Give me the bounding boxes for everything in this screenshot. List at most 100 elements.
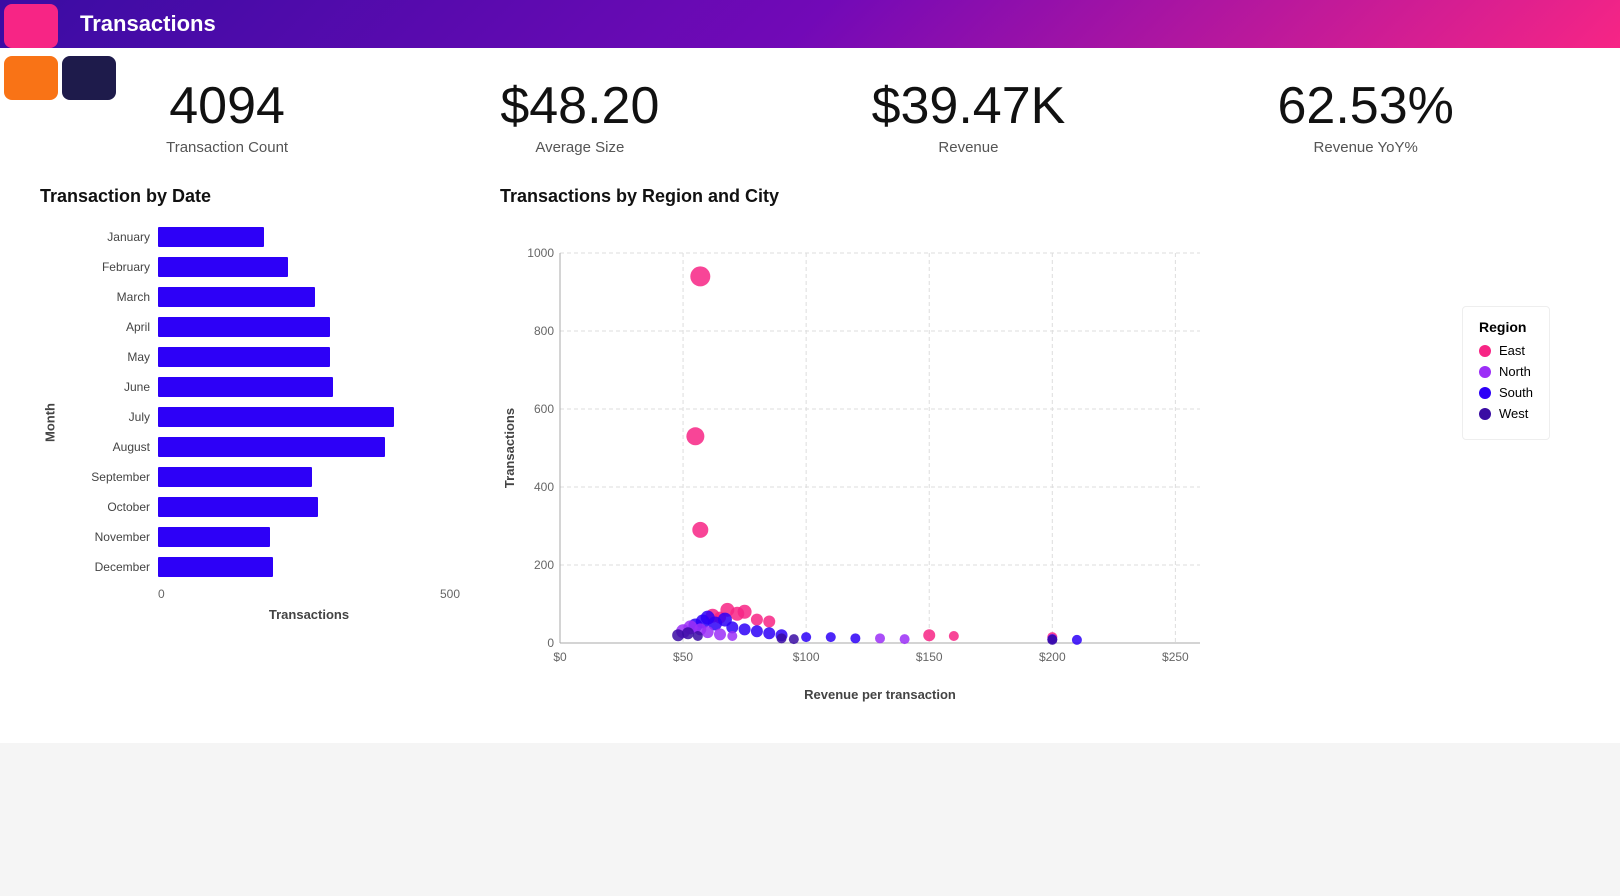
- kpi-revenue-value: $39.47K: [872, 78, 1066, 135]
- kpi-average-size-value: $48.20: [500, 78, 659, 135]
- kpi-row: 4094 Transaction Count $48.20 Average Si…: [0, 48, 1620, 166]
- svg-text:400: 400: [534, 480, 554, 494]
- legend-title: Region: [1479, 319, 1533, 335]
- scatter-point: [801, 632, 811, 642]
- bar-label: September: [68, 470, 158, 484]
- bar-row: August: [68, 433, 460, 461]
- bar-track: [158, 437, 460, 457]
- scatter-point: [1072, 635, 1082, 645]
- bar-row: May: [68, 343, 460, 371]
- svg-text:$100: $100: [793, 650, 820, 664]
- scatter-point: [751, 614, 763, 626]
- scatter-point: [900, 634, 910, 644]
- scatter-point: [949, 631, 959, 641]
- kpi-transaction-count-label: Transaction Count: [166, 139, 288, 156]
- scatter-point: [727, 631, 737, 641]
- logo-area: [0, 0, 120, 100]
- header: Transactions: [0, 0, 1620, 48]
- bar-track: [158, 287, 460, 307]
- kpi-revenue-yoy-value: 62.53%: [1278, 78, 1454, 135]
- scatter-point: [875, 634, 885, 644]
- svg-text:Revenue per transaction: Revenue per transaction: [804, 687, 956, 702]
- scatter-point: [739, 624, 751, 636]
- svg-text:$150: $150: [916, 650, 943, 664]
- scatter-point: [690, 267, 710, 287]
- kpi-revenue: $39.47K Revenue: [872, 78, 1066, 156]
- bar-chart: January February March April May June Ju…: [68, 223, 460, 581]
- bar-track: [158, 257, 460, 277]
- kpi-average-size: $48.20 Average Size: [500, 78, 659, 156]
- legend-label: South: [1499, 385, 1533, 400]
- scatter-point: [826, 632, 836, 642]
- scatter-chart-container: Transactions by Region and City 02004006…: [500, 186, 1580, 723]
- bar-chart-container: Transaction by Date Month January Februa…: [40, 186, 460, 723]
- scatter-point: [738, 605, 752, 619]
- bar-fill: [158, 377, 333, 397]
- logo-dark-square: [62, 56, 116, 100]
- kpi-transaction-count: 4094 Transaction Count: [166, 78, 288, 156]
- scatter-point: [714, 629, 726, 641]
- logo-blank: [62, 4, 116, 48]
- bar-row: October: [68, 493, 460, 521]
- bar-chart-title: Transaction by Date: [40, 186, 460, 207]
- bar-row: July: [68, 403, 460, 431]
- legend-dot: [1479, 408, 1491, 420]
- legend-label: North: [1499, 364, 1531, 379]
- scatter-point: [1047, 635, 1057, 645]
- scatter-point: [751, 625, 763, 637]
- bar-track: [158, 557, 460, 577]
- kpi-average-size-label: Average Size: [500, 139, 659, 156]
- bar-track: [158, 407, 460, 427]
- scatter-point: [686, 427, 704, 445]
- svg-text:600: 600: [534, 402, 554, 416]
- bar-fill: [158, 347, 330, 367]
- bar-fill: [158, 497, 318, 517]
- legend-item-west: West: [1479, 406, 1533, 421]
- scatter-svg: 02004006008001000$0$50$100$150$200$250Re…: [500, 223, 1400, 703]
- bar-track: [158, 527, 460, 547]
- scatter-point: [789, 634, 799, 644]
- bar-row: March: [68, 283, 460, 311]
- bar-chart-x-label: Transactions: [158, 607, 460, 622]
- bar-row: September: [68, 463, 460, 491]
- bar-fill: [158, 437, 385, 457]
- scatter-point: [682, 627, 694, 639]
- bar-label: December: [68, 560, 158, 574]
- scatter-point: [850, 634, 860, 644]
- svg-text:$200: $200: [1039, 650, 1066, 664]
- scatter-point: [777, 634, 787, 644]
- bar-label: July: [68, 410, 158, 424]
- svg-text:$50: $50: [673, 650, 693, 664]
- legend-item-south: South: [1479, 385, 1533, 400]
- bar-label: May: [68, 350, 158, 364]
- legend-label: East: [1499, 343, 1525, 358]
- bar-fill: [158, 227, 264, 247]
- svg-text:$0: $0: [553, 650, 567, 664]
- svg-text:Transactions: Transactions: [502, 408, 517, 488]
- legend-dot: [1479, 345, 1491, 357]
- scatter-point: [763, 627, 775, 639]
- scatter-point: [923, 629, 935, 641]
- bar-track: [158, 467, 460, 487]
- bar-label: November: [68, 530, 158, 544]
- bar-track: [158, 347, 460, 367]
- legend-dot: [1479, 387, 1491, 399]
- bar-fill: [158, 317, 330, 337]
- legend-label: West: [1499, 406, 1528, 421]
- bar-track: [158, 227, 460, 247]
- legend-dot: [1479, 366, 1491, 378]
- bar-fill: [158, 257, 288, 277]
- bar-fill: [158, 287, 315, 307]
- bar-fill: [158, 527, 270, 547]
- bar-label: March: [68, 290, 158, 304]
- bar-row: February: [68, 253, 460, 281]
- charts-section: Transaction by Date Month January Februa…: [0, 166, 1620, 743]
- bar-chart-y-label: Month: [43, 373, 58, 473]
- x-tick-0: 0: [158, 587, 165, 601]
- kpi-transaction-count-value: 4094: [166, 78, 288, 135]
- bar-row: December: [68, 553, 460, 581]
- svg-text:0: 0: [547, 636, 554, 650]
- bar-label: June: [68, 380, 158, 394]
- kpi-revenue-label: Revenue: [872, 139, 1066, 156]
- bar-track: [158, 377, 460, 397]
